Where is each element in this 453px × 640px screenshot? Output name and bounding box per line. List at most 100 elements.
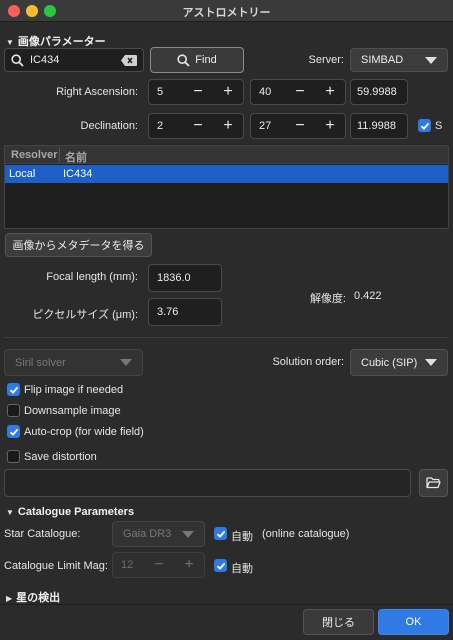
save-distortion-checkbox[interactable] <box>7 450 20 463</box>
plus-icon[interactable]: + <box>213 118 243 134</box>
checkmark-icon <box>216 530 225 538</box>
checkmark-icon <box>420 122 429 130</box>
solution-order-select[interactable]: Cubic (SIP) <box>350 349 448 376</box>
downsample-label: Downsample image <box>24 405 121 417</box>
folder-open-icon <box>426 477 441 489</box>
row-name: IC434 <box>63 168 93 180</box>
solver-select[interactable]: Siril solver <box>4 349 143 376</box>
find-button[interactable]: Find <box>150 47 244 73</box>
row-resolver: Local <box>9 168 36 180</box>
section-divider <box>4 337 449 338</box>
minus-icon[interactable]: − <box>144 557 174 573</box>
search-input[interactable]: IC434 <box>30 54 121 66</box>
ok-button[interactable]: OK <box>378 609 449 635</box>
expander-closed-icon: ▶ <box>6 594 13 603</box>
pixel-size-field[interactable]: 3.76 <box>148 298 222 326</box>
window-title: アストロメトリー <box>182 7 271 19</box>
find-label: Find <box>195 54 217 66</box>
downsample-checkbox[interactable] <box>7 404 20 417</box>
dec-minutes-spinner[interactable]: 27 − + <box>250 113 346 139</box>
ok-button-label: OK <box>405 616 422 628</box>
auto-crop-label: Auto-crop (for wide field) <box>24 426 144 438</box>
ra-seconds-value[interactable]: 59.9988 <box>357 86 397 98</box>
south-checkbox[interactable] <box>418 119 431 132</box>
solver-value: Siril solver <box>15 356 66 369</box>
chevron-down-icon <box>425 359 437 366</box>
limit-mag-spinner[interactable]: 12 − + <box>112 552 205 578</box>
star-detection-header[interactable]: ▶ 星の検出 <box>6 589 60 605</box>
dec-label: Declination: <box>80 120 138 132</box>
star-catalogue-select[interactable]: Gaia DR3 <box>112 521 205 547</box>
auto-crop-checkbox[interactable] <box>7 425 20 438</box>
expander-open-icon: ▼ <box>6 38 14 47</box>
solution-order-label: Solution order: <box>272 356 344 368</box>
server-select[interactable]: SIMBAD <box>350 48 448 72</box>
checkmark-icon <box>9 386 18 394</box>
find-search-icon <box>177 53 190 67</box>
star-catalogue-value: Gaia DR3 <box>123 528 172 540</box>
checkmark-icon <box>216 562 225 570</box>
catalogue-params-header[interactable]: ▼ Catalogue Parameters <box>6 506 134 518</box>
table-header: Resolver 名前 <box>5 146 448 164</box>
search-icon <box>11 53 24 67</box>
dec-minutes-value[interactable]: 27 <box>251 120 285 132</box>
minus-icon[interactable]: − <box>285 84 315 100</box>
checkmark-icon <box>9 428 18 436</box>
focal-length-field[interactable]: 1836.0 <box>148 264 222 292</box>
clear-search-icon[interactable] <box>121 54 137 66</box>
limit-auto-label: 自動 <box>231 563 253 575</box>
minus-icon[interactable]: − <box>183 84 213 100</box>
plus-icon[interactable]: + <box>315 84 345 100</box>
object-search-field[interactable]: IC434 <box>4 48 144 72</box>
pixel-size-value[interactable]: 3.76 <box>157 306 178 318</box>
ra-label: Right Ascension: <box>56 86 138 98</box>
dec-seconds-field[interactable]: 11.9988 <box>350 113 408 139</box>
star-detection-title: 星の検出 <box>16 592 61 604</box>
table-row[interactable]: Local IC434 <box>5 165 448 183</box>
catalogue-auto-checkbox[interactable] <box>214 527 227 540</box>
focal-length-label: Focal length (mm): <box>46 271 138 283</box>
chevron-down-icon <box>120 359 132 366</box>
pixel-size-label: ピクセルサイズ (μm): <box>32 309 138 321</box>
ra-minutes-value[interactable]: 40 <box>251 86 285 98</box>
expander-open-icon: ▼ <box>6 508 14 517</box>
dec-degrees-spinner[interactable]: 2 − + <box>148 113 244 139</box>
ra-hours-spinner[interactable]: 5 − + <box>148 79 244 105</box>
get-metadata-label: 画像からメタデータを得る <box>12 240 145 252</box>
minus-icon[interactable]: − <box>183 118 213 134</box>
dec-seconds-value[interactable]: 11.9988 <box>357 120 396 132</box>
server-label: Server: <box>308 54 344 66</box>
chevron-down-icon <box>182 530 194 538</box>
resolver-table[interactable]: Resolver 名前 Local IC434 <box>4 145 449 229</box>
flip-image-checkbox[interactable] <box>7 383 20 396</box>
catalogue-params-title: Catalogue Parameters <box>17 506 135 518</box>
plus-icon[interactable]: + <box>213 84 243 100</box>
get-metadata-button[interactable]: 画像からメタデータを得る <box>5 233 152 257</box>
image-params-title: 画像パラメーター <box>17 36 106 48</box>
limit-mag-value[interactable]: 12 <box>113 559 144 571</box>
plus-icon[interactable]: + <box>174 557 204 573</box>
image-params-header[interactable]: ▼ 画像パラメーター <box>6 33 106 49</box>
ra-minutes-spinner[interactable]: 40 − + <box>250 79 346 105</box>
flip-image-label: Flip image if needed <box>24 384 124 396</box>
browse-folder-button[interactable] <box>419 469 448 497</box>
online-catalogue-note: (online catalogue) <box>262 528 350 540</box>
ra-seconds-field[interactable]: 59.9988 <box>350 79 408 105</box>
limit-auto-checkbox[interactable] <box>214 559 227 572</box>
focal-length-value[interactable]: 1836.0 <box>157 272 191 284</box>
plus-icon[interactable]: + <box>315 118 345 134</box>
resolution-value: 0.422 <box>354 290 382 302</box>
save-distortion-label: Save distortion <box>24 451 97 463</box>
star-catalogue-label: Star Catalogue: <box>4 528 81 540</box>
footer-divider <box>0 604 453 605</box>
close-button[interactable]: 閉じる <box>303 609 374 635</box>
distortion-file-field[interactable] <box>4 469 411 497</box>
server-value: SIMBAD <box>361 54 404 66</box>
column-header-name[interactable]: 名前 <box>65 149 87 165</box>
column-header-resolver[interactable]: Resolver <box>11 149 57 161</box>
chevron-down-icon <box>425 56 437 64</box>
ra-hours-value[interactable]: 5 <box>149 86 183 98</box>
minus-icon[interactable]: − <box>285 118 315 134</box>
solution-order-value: Cubic (SIP) <box>361 356 418 369</box>
dec-degrees-value[interactable]: 2 <box>149 120 183 132</box>
